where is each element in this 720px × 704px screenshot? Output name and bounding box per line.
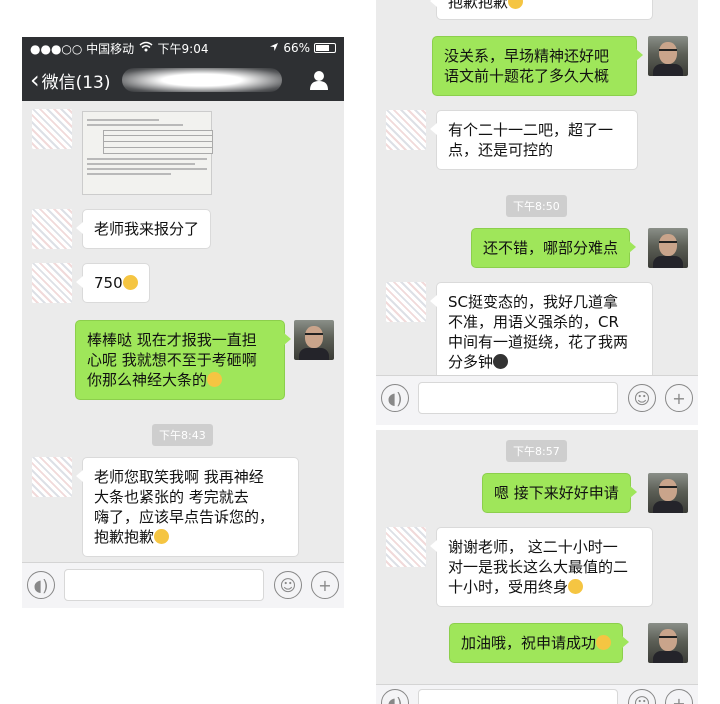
battery-icon: [314, 43, 336, 53]
input-bar: ◖) ☺ +: [376, 684, 698, 704]
voice-icon[interactable]: ◖): [381, 384, 409, 412]
status-bar: ●●●○○ 中国移动 下午9:04 66%: [22, 37, 344, 59]
voice-icon[interactable]: ◖): [381, 689, 409, 704]
chat-panel-1: ●●●○○ 中国移动 下午9:04 66% ‹ 微信(13) 老师我来报分了 7…: [22, 37, 344, 608]
message-input[interactable]: [64, 569, 264, 601]
status-time: 下午9:04: [157, 41, 209, 56]
smile-emoji-icon: [122, 275, 138, 290]
grin-emoji-icon: [596, 635, 612, 650]
message-bubble: 棒棒哒 现在才报我一直担 心呢 我就想不至于考砸啊 你那么神经大条的: [75, 320, 291, 400]
message-text: 谢谢老师， 这二十小时一 对一是我长这么大最值的二 十小时，受用终身: [448, 538, 629, 596]
message-bubble: 加油哦，祝申请成功: [449, 623, 630, 663]
back-label: 微信(13): [41, 72, 111, 93]
message-text: 棒棒哒 现在才报我一直担 心呢 我就想不至于考砸啊 你那么神经大条的: [87, 331, 257, 389]
input-bar: ◖) ☺ +: [22, 562, 344, 608]
sender-avatar[interactable]: [32, 457, 72, 497]
smirk-emoji-icon: [207, 372, 223, 387]
timestamp: 下午8:43: [152, 424, 213, 446]
blurred-chat-title: [122, 68, 282, 92]
sender-avatar[interactable]: [32, 263, 72, 303]
sender-avatar[interactable]: [386, 527, 426, 567]
message-bubble: SC挺变态的，我好几道拿 不准，用语义强杀的，CR 中间有一道挺绕，花了我两 分…: [430, 282, 653, 382]
self-avatar[interactable]: [648, 228, 688, 268]
plus-icon[interactable]: +: [665, 384, 693, 412]
message-text: 抱歉抱歉: [448, 0, 509, 11]
self-avatar[interactable]: [648, 623, 688, 663]
plus-icon[interactable]: +: [311, 571, 339, 599]
emoji-icon[interactable]: ☺: [274, 571, 302, 599]
input-bar: ◖) ☺ +: [376, 375, 698, 425]
message-text: 加油哦，祝申请成功: [461, 634, 597, 652]
timestamp: 下午8:50: [506, 195, 567, 217]
message-bubble: 老师您取笑我啊 我再神经 大条也紧张的 考完就去 嗨了，应该早点告诉您的， 抱歉…: [76, 457, 299, 557]
smile-emoji-icon: [568, 579, 584, 594]
devil-emoji-icon: [493, 354, 509, 369]
message-input[interactable]: [418, 382, 618, 414]
message-bubble: 有个二十一二吧，超了一 点，还是可控的: [430, 110, 638, 170]
chat-panel-3: 下午8:57 嗯 接下来好好申请 谢谢老师， 这二十小时一 对一是我长这么大最值…: [376, 430, 698, 704]
message-bubble: 谢谢老师， 这二十小时一 对一是我长这么大最值的二 十小时，受用终身: [430, 527, 653, 607]
message-text: 750: [94, 274, 123, 292]
back-button[interactable]: ‹ 微信(13): [22, 68, 111, 93]
message-bubble: 老师我来报分了: [75, 209, 212, 249]
embarrassed-emoji-icon: [508, 0, 524, 9]
score-report-image[interactable]: [82, 111, 213, 195]
message-bubble: 750: [76, 263, 150, 303]
self-avatar[interactable]: [294, 320, 334, 360]
emoji-icon[interactable]: ☺: [628, 384, 656, 412]
message-bubble: 嗯 接下来好好申请: [482, 473, 637, 513]
sender-avatar[interactable]: [386, 282, 426, 322]
message-bubble: 抱歉抱歉: [430, 0, 653, 20]
message-input[interactable]: [418, 689, 618, 704]
sender-avatar[interactable]: [32, 209, 72, 249]
self-avatar[interactable]: [648, 36, 688, 76]
emoji-icon[interactable]: ☺: [628, 689, 656, 704]
message-text: 老师您取笑我啊 我再神经 大条也紧张的 考完就去 嗨了，应该早点告诉您的， 抱歉…: [94, 468, 275, 546]
message-bubble: 还不错，哪部分难点: [471, 228, 637, 268]
timestamp: 下午8:57: [506, 440, 567, 462]
sender-avatar[interactable]: [32, 109, 72, 149]
embarrassed-emoji-icon: [154, 529, 170, 544]
plus-icon[interactable]: +: [665, 689, 693, 704]
chat-header: ‹ 微信(13): [22, 59, 344, 101]
back-chevron-icon: ‹: [30, 66, 40, 94]
chat-panel-2: 抱歉抱歉 没关系，早场精神还好吧 语文前十题花了多久大概 有个二十一二吧，超了一…: [376, 0, 698, 425]
contact-icon[interactable]: [308, 69, 330, 91]
self-avatar[interactable]: [648, 473, 688, 513]
message-bubble: 没关系，早场精神还好吧 语文前十题花了多久大概: [432, 36, 643, 96]
sender-avatar[interactable]: [386, 110, 426, 150]
message-text: SC挺变态的，我好几道拿 不准，用语义强杀的，CR 中间有一道挺绕，花了我两 分…: [448, 293, 629, 371]
voice-icon[interactable]: ◖): [27, 571, 55, 599]
